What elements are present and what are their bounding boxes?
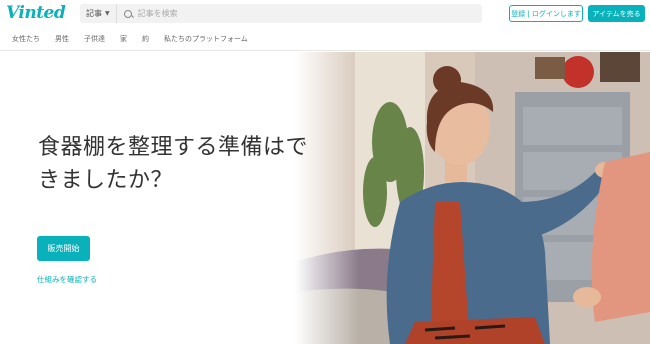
- how-it-works-link[interactable]: 仕組みを確認する: [37, 274, 97, 285]
- header: Vinted 記事 ▼ 記事を検索 登録 | ログインします アイテムを売る: [0, 0, 650, 27]
- nav-item-about[interactable]: 約: [142, 34, 149, 44]
- search-bar[interactable]: 記事 ▼ 記事を検索: [80, 4, 482, 23]
- nav-item-platform[interactable]: 私たちのプラットフォーム: [164, 34, 248, 44]
- hero-title: 食器棚を整理する準備はできましたか？: [38, 135, 309, 193]
- login-button[interactable]: 登録 | ログインします: [509, 5, 583, 22]
- start-selling-button[interactable]: 販売開始: [37, 236, 90, 261]
- hero-section: 食器棚を整理する準備はできましたか？ 販売開始 仕組みを確認する: [0, 52, 650, 344]
- search-icon: [123, 9, 132, 18]
- hero-image: [295, 52, 650, 344]
- nav-item-men[interactable]: 男性: [55, 34, 69, 44]
- search-category-select[interactable]: 記事 ▼: [80, 4, 117, 23]
- vinted-logo[interactable]: Vinted: [6, 3, 66, 23]
- search-category-label: 記事: [86, 9, 102, 18]
- sell-items-button[interactable]: アイテムを売る: [588, 5, 645, 22]
- category-nav: 女性たち 男性 子供達 家 約 私たちのプラットフォーム: [0, 27, 650, 51]
- nav-item-home[interactable]: 家: [120, 34, 127, 44]
- search-input[interactable]: 記事を検索: [138, 8, 178, 19]
- nav-item-women[interactable]: 女性たち: [12, 34, 40, 44]
- chevron-down-icon: ▼: [105, 10, 110, 17]
- nav-item-kids[interactable]: 子供達: [84, 34, 105, 44]
